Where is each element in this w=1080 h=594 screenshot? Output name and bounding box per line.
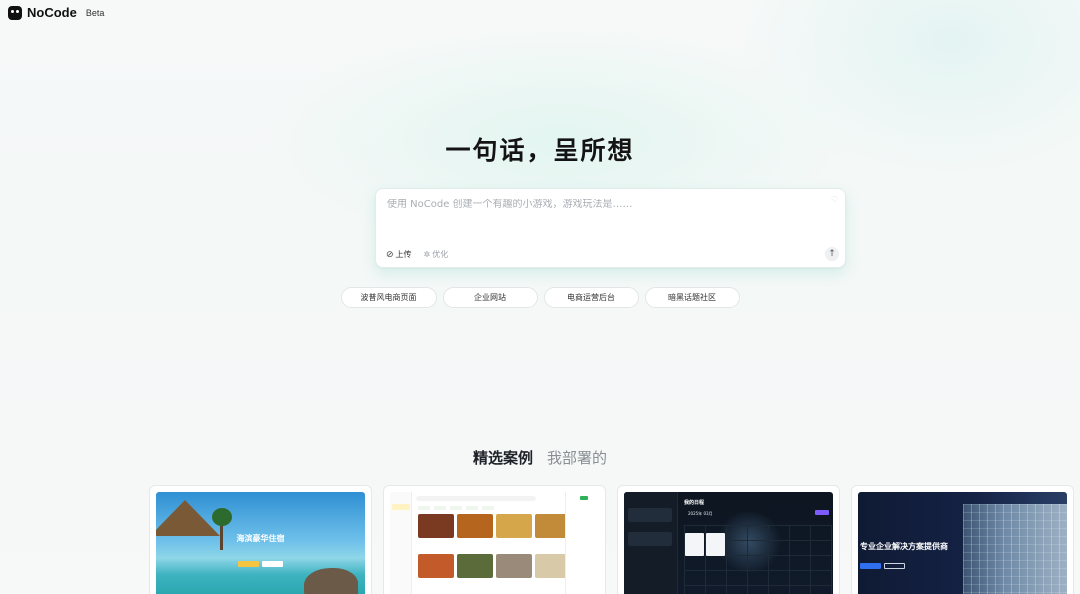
food-image: [457, 554, 493, 578]
calendar-cell: [706, 542, 725, 556]
sparkle-icon: ✲: [423, 250, 431, 259]
optimize-label: 优化: [432, 250, 449, 259]
suggestion-chip[interactable]: 波普风电商页面: [340, 287, 437, 308]
prompt-box: ♡ ⊘ 上传 ✲ 优化 ↑: [375, 188, 846, 268]
heart-icon[interactable]: ♡: [831, 195, 838, 204]
thumb-button: [238, 561, 259, 567]
palm-icon: [212, 508, 232, 526]
thumb-tab: [466, 506, 478, 510]
case-card-food[interactable]: [383, 485, 606, 594]
send-button[interactable]: ↑: [825, 247, 839, 261]
brand-logo[interactable]: NoCode Beta: [8, 5, 104, 20]
paperclip-icon: ⊘: [386, 249, 394, 260]
food-image: [418, 514, 454, 538]
thumb-button: [262, 561, 283, 567]
thumb-green-button: [580, 496, 588, 500]
nocode-logo-icon: [8, 5, 22, 20]
thumb-event: [628, 508, 672, 522]
upload-button[interactable]: ⊘ 上传: [386, 249, 412, 260]
suggestion-chip[interactable]: 暗黑话题社区: [644, 287, 740, 308]
food-image: [457, 514, 493, 538]
beta-badge: Beta: [85, 7, 105, 18]
case-card-calendar[interactable]: 我的日程 2025年 03月: [617, 485, 840, 594]
thumb-sidebar-active: [392, 504, 410, 510]
rock-shape: [304, 568, 358, 594]
suggestion-chip[interactable]: 电商运营后台: [543, 287, 639, 308]
tab-featured[interactable]: 精选案例: [473, 447, 533, 468]
thumb-tab: [434, 506, 446, 510]
case-gallery: 海滨豪华住宿 我的日程 2025年 03月 专业企业解决方案提供商: [149, 485, 1074, 594]
thumb-event: [628, 532, 672, 546]
thumb-button: [860, 563, 881, 569]
case-card-enterprise[interactable]: 专业企业解决方案提供商: [851, 485, 1074, 594]
building-image: [963, 504, 1067, 594]
case-title: 海滨豪华住宿: [236, 534, 285, 543]
thumb-button: [884, 563, 905, 569]
calendar-cell: [685, 542, 704, 556]
case-tabs: 精选案例 我部署的: [0, 447, 1080, 468]
hero-title: 一句话，呈所想: [445, 136, 635, 165]
hut-shape: [156, 500, 220, 536]
upload-label: 上传: [395, 250, 412, 259]
case-thumbnail: [390, 492, 599, 594]
case-title: 专业企业解决方案提供商: [860, 542, 948, 551]
arrow-up-icon: ↑: [828, 249, 836, 259]
thumb-tab: [450, 506, 462, 510]
thumb-tab: [418, 506, 430, 510]
thumb-purple-button: [815, 510, 829, 515]
brand-name: NoCode: [27, 5, 77, 20]
optimize-button[interactable]: ✲ 优化: [424, 249, 449, 260]
thumb-search: [416, 496, 536, 501]
suggestion-chip[interactable]: 企业网站: [442, 287, 538, 308]
food-image: [418, 554, 454, 578]
case-card-resort[interactable]: 海滨豪华住宿: [149, 485, 372, 594]
case-thumbnail: 专业企业解决方案提供商: [858, 492, 1067, 594]
prompt-tools: ⊘ 上传 ✲ 优化: [386, 249, 448, 260]
case-title: 我的日程: [684, 500, 705, 506]
food-image: [496, 554, 532, 578]
thumb-tab: [482, 506, 494, 510]
thumb-cart: [565, 492, 599, 594]
calendar-month: 2025年 03月: [688, 511, 713, 516]
case-thumbnail: 海滨豪华住宿: [156, 492, 365, 594]
case-thumbnail: 我的日程 2025年 03月: [624, 492, 833, 594]
prompt-input[interactable]: [387, 199, 817, 210]
suggestion-chips: 波普风电商页面 企业网站 电商运营后台 暗黑话题社区: [0, 287, 1080, 308]
tab-my-deployed[interactable]: 我部署的: [547, 447, 607, 468]
food-image: [496, 514, 532, 538]
